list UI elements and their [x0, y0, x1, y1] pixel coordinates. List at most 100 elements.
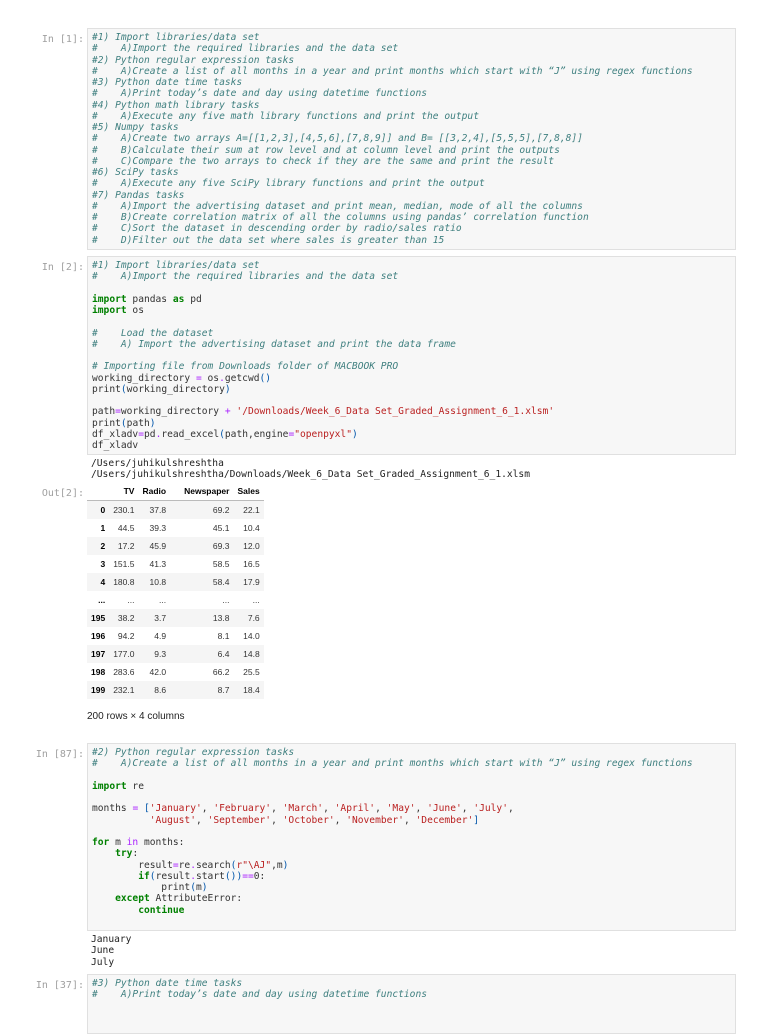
table-cell: 8.1 [217, 631, 230, 641]
code-editor[interactable]: #1) Import libraries/data set # A)Import … [87, 28, 736, 250]
table-cell: 230.1 [113, 505, 135, 515]
code-token: 'March' [282, 803, 324, 815]
dataframe-shape: 200 rows × 4 columns [87, 711, 185, 722]
row-index: 195 [91, 613, 106, 623]
table-cell: 17.2 [117, 541, 135, 551]
code-editor[interactable]: #2) Python regular expression tasks # A)C… [87, 743, 736, 931]
code-line: # Load the dataset [92, 328, 731, 339]
code-line: # B)Create correlation matrix of all the… [92, 212, 731, 223]
table-cell: 45.1 [212, 523, 230, 533]
code-line: # C)Compare the two arrays to check if t… [92, 156, 731, 167]
code-token: # A)Print today’s date and day using dat… [92, 989, 428, 1001]
code-token: '/Downloads/Week_6_Data Set_Graded_Assig… [236, 406, 555, 418]
code-token: working_directory [120, 406, 225, 418]
row-index: 0 [100, 505, 106, 515]
code-token: result [155, 870, 191, 882]
code-line: # A)Execute any five math library functi… [92, 111, 731, 122]
table-cell: 6.4 [217, 649, 230, 659]
table-cell: 14.0 [243, 631, 260, 641]
table-cell: ... [222, 595, 230, 605]
code-line: for m in months: [92, 837, 731, 848]
code-line: # A)Import the advertising dataset and p… [92, 201, 731, 212]
code-token: # C)Sort the dataset in descending order… [92, 223, 462, 235]
code-token: for [92, 837, 110, 848]
code-line: #4) Python math library tasks [92, 100, 731, 111]
code-token: #1) Import libraries/data set [92, 260, 260, 271]
table-cell: 9.3 [154, 649, 167, 659]
table-cell: 7.6 [247, 613, 260, 623]
code-token: ,m [271, 859, 283, 871]
code-line: print(path) [92, 418, 731, 429]
code-token: os [201, 372, 220, 384]
code-token: # B)Create correlation matrix of all the… [92, 212, 589, 223]
table-cell: 69.2 [212, 505, 230, 515]
code-token: # B)Calculate their sum at row level and… [92, 144, 560, 156]
code-line: # A) Import the advertising dataset and … [92, 339, 731, 350]
table-row: 198 283.6 42.0 66.2 25.5 [87, 663, 264, 681]
code-token: pd [184, 293, 202, 305]
column-header: TV [109, 482, 139, 501]
code-line: #3) Python date time tasks [92, 978, 731, 989]
code-token: , [375, 803, 387, 815]
row-index: 2 [100, 541, 106, 551]
code-line: continue [92, 905, 731, 916]
code-line: try: [92, 848, 731, 859]
code-line: # A)Create two arrays A=[[1,2,3],[4,5,6]… [92, 133, 731, 144]
table-cell: 8.7 [217, 685, 230, 695]
code-token: search [196, 859, 231, 871]
table-cell: 39.3 [149, 523, 167, 533]
row-index: 198 [91, 667, 106, 677]
code-token: ) [282, 859, 289, 871]
table-row: 197 177.0 9.3 6.4 14.8 [87, 645, 264, 663]
code-token: # Load the dataset [92, 327, 214, 339]
code-line: if(result.start())==0: [92, 871, 731, 882]
code-token: , [403, 814, 416, 826]
code-line: print(m) [92, 882, 731, 893]
column-header: Radio [138, 482, 171, 501]
row-index: 199 [91, 685, 106, 695]
code-token: AttributeError: [149, 893, 243, 905]
code-editor[interactable]: #3) Python date time tasks # A)Print toda… [87, 974, 736, 1034]
table-cell: 45.9 [149, 541, 167, 551]
code-token: # A)Import the advertising dataset and p… [92, 200, 583, 212]
table-cell: 14.8 [243, 649, 260, 659]
code-token: , [201, 803, 214, 815]
code-line: # A)Import the required libraries and th… [92, 43, 731, 54]
column-header: Newspaper [170, 482, 234, 501]
code-token: 'June' [427, 803, 462, 815]
code-line: import os [92, 305, 731, 316]
code-token: import [92, 780, 127, 792]
table-cell: 66.2 [212, 667, 230, 677]
cell-stdout: /Users/juhikulshreshtha /Users/juhikulsh… [91, 458, 530, 481]
code-editor[interactable]: #1) Import libraries/data set # A)Import … [87, 256, 736, 456]
table-cell: 232.1 [113, 685, 135, 695]
code-token: , [271, 814, 283, 826]
code-token: ) [149, 417, 156, 429]
code-token: months: [138, 837, 185, 848]
code-token: path,engine [224, 428, 289, 440]
code-line: print(working_directory) [92, 384, 731, 395]
code-token: "openpyxl" [294, 428, 352, 440]
table-row: 195 38.2 3.7 13.8 7.6 [87, 609, 264, 627]
table-cell: 283.6 [113, 667, 135, 677]
code-line: # D)Filter out the data set where sales … [92, 235, 731, 246]
code-token: os [126, 305, 144, 316]
code-token: # A)Create a list of all months in a yea… [92, 758, 693, 770]
code-token: path [92, 406, 116, 418]
code-token: 'December' [415, 814, 474, 826]
code-token: ) [201, 882, 208, 893]
code-token: result [92, 859, 173, 871]
code-token: , [334, 814, 347, 826]
code-line: #3) Python date time tasks [92, 77, 731, 88]
code-token: read_excel [161, 428, 220, 440]
table-row: 199 232.1 8.6 8.7 18.4 [87, 681, 264, 699]
code-token: # A)Import the required libraries and th… [92, 43, 399, 55]
code-line: # B)Calculate their sum at row level and… [92, 145, 731, 156]
